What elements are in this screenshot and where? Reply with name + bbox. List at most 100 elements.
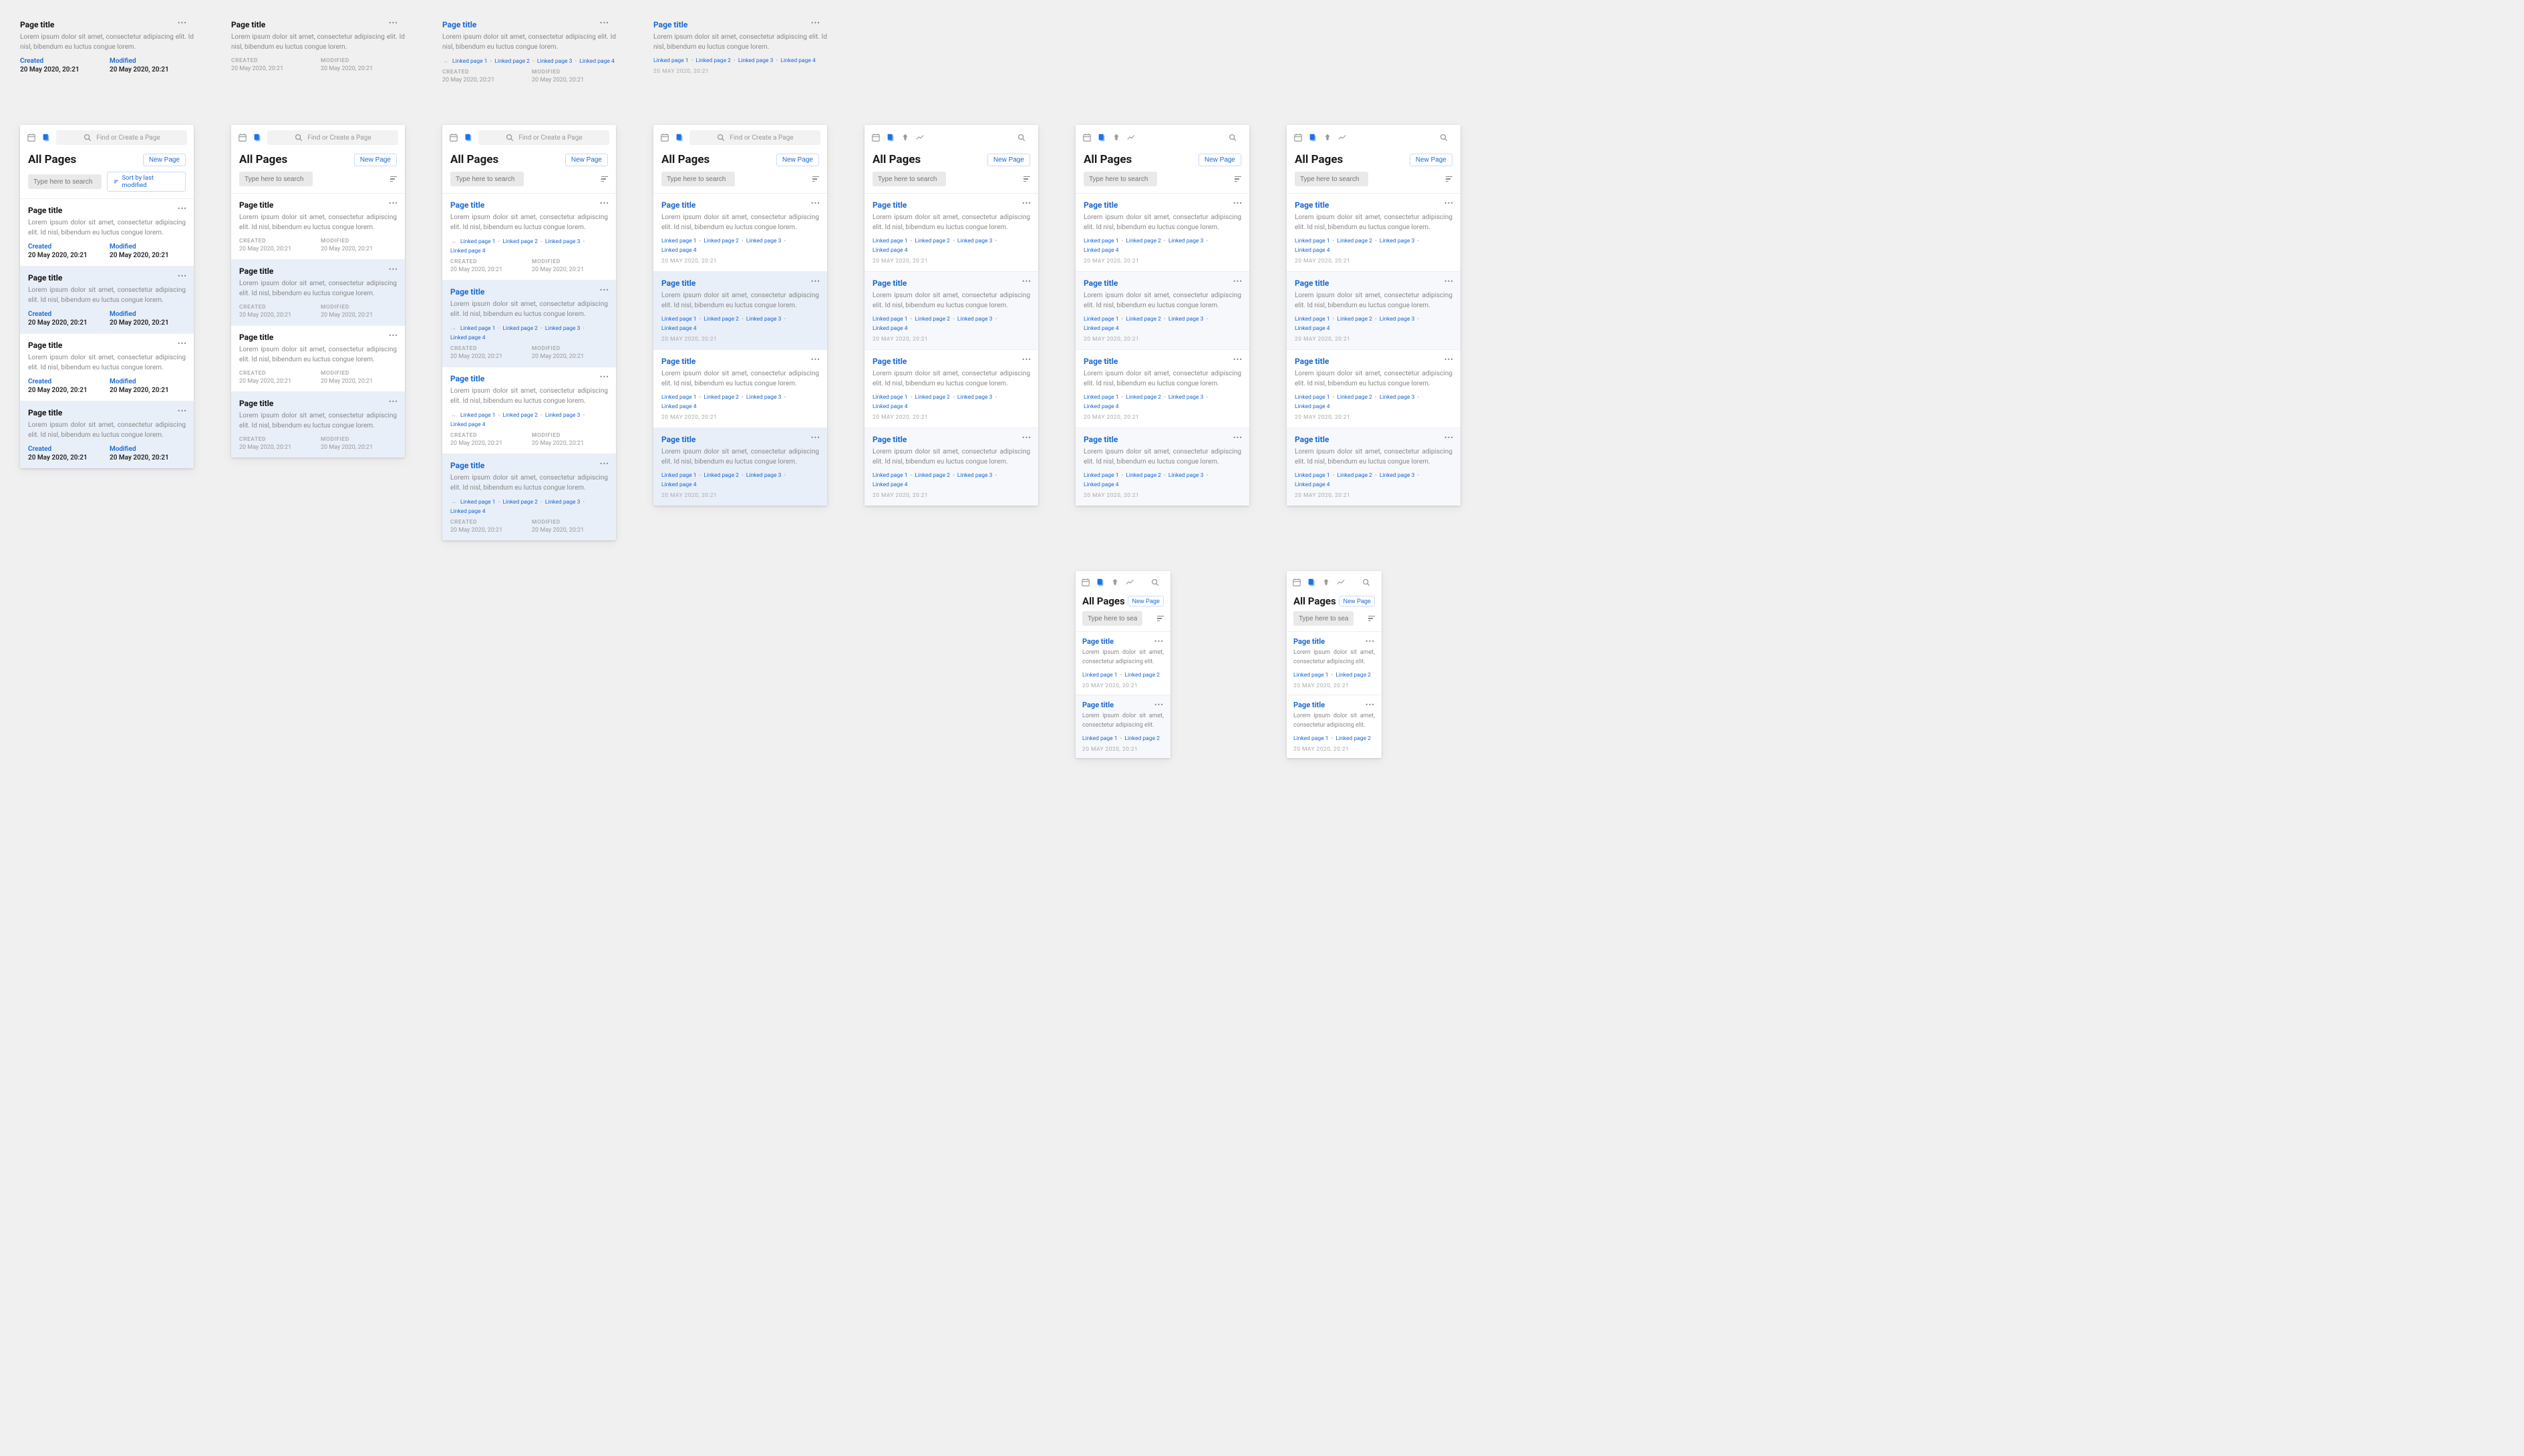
- list-item[interactable]: •••Page titleLorem ipsum dolor sit amet,…: [1287, 631, 1382, 695]
- search-toggle[interactable]: [1140, 575, 1165, 590]
- find-or-create[interactable]: Find or Create a Page: [56, 130, 187, 145]
- more-icon[interactable]: •••: [1233, 433, 1243, 442]
- pages-icon[interactable]: [464, 133, 473, 142]
- sort-icon[interactable]: [1023, 176, 1030, 182]
- list-item[interactable]: •••Page titleLorem ipsum dolor sit amet,…: [1076, 349, 1249, 427]
- list-item[interactable]: •••Page titleLorem ipsum dolor sit amet,…: [442, 453, 616, 540]
- sort-icon[interactable]: [1446, 176, 1452, 182]
- list-item[interactable]: •••Page titleLorem ipsum dolor sit amet,…: [864, 193, 1038, 271]
- search-input[interactable]: [1295, 172, 1368, 186]
- more-icon[interactable]: •••: [178, 19, 187, 27]
- trends-icon[interactable]: [1337, 133, 1347, 142]
- list-item[interactable]: •••Page titleLorem ipsum dolor sit amet,…: [1076, 695, 1170, 758]
- sort-button[interactable]: Sort by last modified: [107, 172, 186, 192]
- list-item[interactable]: •••Page titleLorem ipsum dolor sit amet,…: [1076, 631, 1170, 695]
- new-page-button[interactable]: New Page: [776, 154, 819, 166]
- calendar-icon[interactable]: [1293, 133, 1303, 142]
- new-page-button[interactable]: New Page: [1339, 596, 1375, 606]
- pages-icon[interactable]: [41, 133, 51, 142]
- trends-icon[interactable]: [1125, 578, 1134, 587]
- new-page-button[interactable]: New Page: [1128, 596, 1164, 606]
- search-input[interactable]: [239, 172, 313, 186]
- more-icon[interactable]: •••: [1154, 637, 1164, 646]
- pages-icon[interactable]: [1308, 133, 1317, 142]
- list-item[interactable]: •••Page titleLorem ipsum dolor sit amet,…: [1287, 695, 1382, 758]
- pages-icon[interactable]: [1097, 133, 1106, 142]
- search-input[interactable]: [450, 172, 524, 186]
- more-icon[interactable]: •••: [811, 19, 820, 27]
- more-icon[interactable]: •••: [389, 397, 398, 406]
- linked-page[interactable]: Linked page 4: [780, 57, 816, 64]
- search-input[interactable]: [1293, 611, 1354, 626]
- pages-icon[interactable]: [886, 133, 895, 142]
- linked-page[interactable]: Linked page 1: [653, 57, 689, 64]
- more-icon[interactable]: •••: [1444, 433, 1454, 442]
- list-item[interactable]: •••Page titleLorem ipsum dolor sit amet,…: [864, 349, 1038, 427]
- list-item[interactable]: •••Page titleLorem ipsum dolor sit amet,…: [864, 427, 1038, 506]
- linked-page[interactable]: Linked page 2: [494, 58, 530, 65]
- list-item[interactable]: ••• Page title Lorem ipsum dolor sit ame…: [20, 333, 194, 401]
- linked-page[interactable]: Linked page 4: [579, 58, 615, 65]
- list-item[interactable]: •••Page titleLorem ipsum dolor sit amet,…: [1076, 193, 1249, 271]
- calendar-icon[interactable]: [1292, 578, 1301, 587]
- search-toggle[interactable]: [930, 130, 1032, 145]
- list-item[interactable]: •••Page titleLorem ipsum dolor sit amet,…: [864, 271, 1038, 349]
- more-icon[interactable]: •••: [600, 460, 609, 468]
- list-item[interactable]: •••Page titleLorem ipsum dolor sit amet,…: [653, 349, 827, 427]
- new-page-button[interactable]: New Page: [143, 154, 186, 166]
- pinned-icon[interactable]: [1110, 578, 1120, 587]
- list-item[interactable]: ••• Page title Lorem ipsum dolor sit ame…: [20, 266, 194, 333]
- list-item[interactable]: ••• Page title Lorem ipsum dolor sit ame…: [20, 401, 194, 468]
- list-item[interactable]: •••Page titleLorem ipsum dolor sit amet,…: [653, 427, 827, 506]
- calendar-icon[interactable]: [660, 133, 669, 142]
- search-input[interactable]: [28, 174, 102, 189]
- more-icon[interactable]: •••: [1233, 355, 1243, 364]
- calendar-icon[interactable]: [1081, 578, 1090, 587]
- list-item[interactable]: •••Page titleLorem ipsum dolor sit amet,…: [1076, 427, 1249, 506]
- linked-page[interactable]: Linked page 3: [537, 58, 573, 65]
- search-input[interactable]: [873, 172, 946, 186]
- more-icon[interactable]: •••: [178, 272, 187, 281]
- more-icon[interactable]: •••: [1154, 701, 1164, 709]
- sort-icon[interactable]: [812, 176, 819, 182]
- new-page-button[interactable]: New Page: [565, 154, 608, 166]
- more-icon[interactable]: •••: [600, 286, 609, 295]
- search-toggle[interactable]: [1351, 575, 1376, 590]
- list-item[interactable]: •••Page titleLorem ipsum dolor sit amet,…: [1287, 193, 1460, 271]
- more-icon[interactable]: •••: [1366, 637, 1375, 646]
- more-icon[interactable]: •••: [1022, 355, 1032, 364]
- more-icon[interactable]: •••: [600, 199, 609, 208]
- list-item[interactable]: •••Page titleLorem ipsum dolor sit amet,…: [1287, 271, 1460, 349]
- list-item[interactable]: •••Page titleLorem ipsum dolor sit amet,…: [231, 325, 405, 391]
- list-item[interactable]: •••Page titleLorem ipsum dolor sit amet,…: [1287, 427, 1460, 506]
- trends-icon[interactable]: [1336, 578, 1346, 587]
- more-icon[interactable]: •••: [178, 204, 187, 213]
- more-icon[interactable]: •••: [389, 19, 398, 27]
- trends-icon[interactable]: [1126, 133, 1136, 142]
- more-icon[interactable]: •••: [389, 331, 398, 340]
- list-item[interactable]: •••Page titleLorem ipsum dolor sit amet,…: [231, 391, 405, 458]
- more-icon[interactable]: •••: [811, 277, 820, 286]
- pages-icon[interactable]: [1307, 578, 1316, 587]
- search-input[interactable]: [1084, 172, 1157, 186]
- calendar-icon[interactable]: [871, 133, 881, 142]
- new-page-button[interactable]: New Page: [1410, 154, 1452, 166]
- search-input[interactable]: [661, 172, 735, 186]
- sort-icon[interactable]: [390, 176, 397, 182]
- pinned-icon[interactable]: [1112, 133, 1121, 142]
- search-input[interactable]: [1082, 611, 1142, 626]
- search-toggle[interactable]: [1352, 130, 1454, 145]
- more-icon[interactable]: •••: [811, 433, 820, 442]
- more-icon[interactable]: •••: [178, 407, 187, 415]
- sort-icon[interactable]: [1368, 616, 1375, 622]
- more-icon[interactable]: •••: [1233, 199, 1243, 208]
- new-page-button[interactable]: New Page: [987, 154, 1030, 166]
- find-or-create[interactable]: Find or Create a Page: [689, 130, 820, 145]
- page-title[interactable]: Page title: [653, 20, 827, 29]
- pinned-icon[interactable]: [1323, 133, 1332, 142]
- sort-icon[interactable]: [1235, 176, 1241, 182]
- calendar-icon[interactable]: [238, 133, 247, 142]
- sort-icon[interactable]: [601, 176, 608, 182]
- list-item[interactable]: •••Page titleLorem ipsum dolor sit amet,…: [231, 259, 405, 325]
- list-item[interactable]: •••Page titleLorem ipsum dolor sit amet,…: [442, 193, 616, 280]
